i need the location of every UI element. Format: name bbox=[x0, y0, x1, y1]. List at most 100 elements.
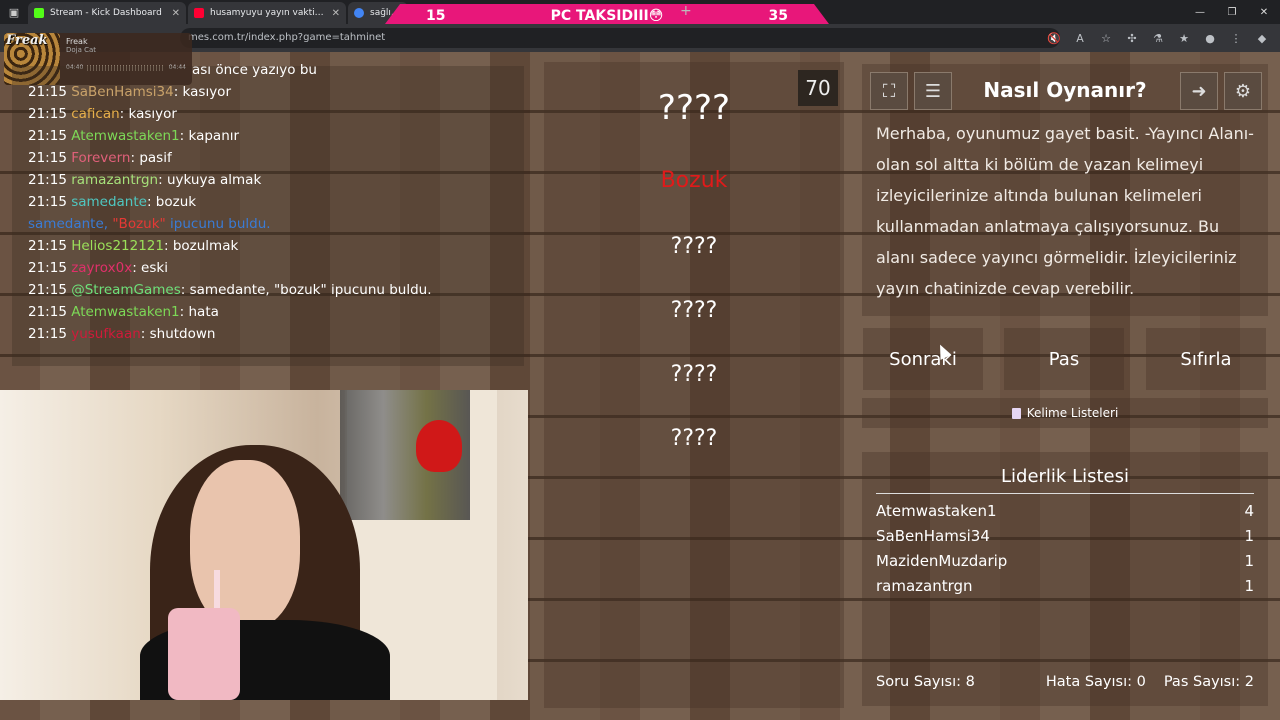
reset-button[interactable]: Sıfırla bbox=[1146, 328, 1266, 390]
player-name: Atemwastaken1 bbox=[876, 502, 997, 520]
close-window-icon[interactable]: ✕ bbox=[1248, 0, 1280, 24]
player-score: 1 bbox=[1244, 577, 1254, 595]
lab-icon[interactable]: ⚗ bbox=[1150, 28, 1166, 48]
chat-system-message: samedante, "Bozuk" ipucunu buldu. bbox=[28, 216, 271, 232]
chat-time: 21:15 bbox=[28, 106, 67, 122]
leaderboard-row: SaBenHamsi34 1 bbox=[876, 527, 1254, 545]
player-name: ramazantrgn bbox=[876, 577, 973, 595]
chat-message: 21:15 Helios212121: bozulmak bbox=[28, 238, 238, 254]
restore-icon[interactable]: ❐ bbox=[1216, 0, 1248, 24]
left-score: 15 bbox=[426, 8, 446, 24]
webcam-person-face bbox=[190, 460, 300, 630]
close-tab-icon[interactable]: ✕ bbox=[332, 8, 340, 19]
taboo-word-hidden: ???? bbox=[670, 234, 718, 259]
pass-button[interactable]: Pas bbox=[1004, 328, 1124, 390]
player-score: 1 bbox=[1244, 527, 1254, 545]
chat-message: 21:15 @StreamGames: samedante, "bozuk" i… bbox=[28, 282, 432, 298]
extensions-icon[interactable]: ✣ bbox=[1124, 28, 1140, 48]
chat-username[interactable]: Helios212121 bbox=[71, 238, 164, 254]
chat-message: 21:15 SaBenHamsi34: kasıyor bbox=[28, 84, 231, 100]
chat-username[interactable]: cafican bbox=[71, 106, 119, 122]
browser-tab[interactable]: Stream - Kick Dashboard ✕ bbox=[28, 2, 186, 24]
pass-count: Pas Sayısı: 2 bbox=[1163, 674, 1254, 690]
url-field[interactable]: mes.com.tr/index.php?game=tahminet bbox=[180, 28, 1060, 48]
chat-message: 21:15 Atemwastaken1: hata bbox=[28, 304, 219, 320]
chat-text: : kasıyor bbox=[173, 84, 231, 100]
chat-username[interactable]: Atemwastaken1 bbox=[71, 304, 179, 320]
bookmark-star-icon[interactable]: ☆ bbox=[1098, 28, 1114, 48]
chat-message: 21:15 cafican: kasıyor bbox=[28, 106, 177, 122]
translate-icon[interactable]: A bbox=[1072, 28, 1088, 48]
chat-text: ası önce yazıyo bu bbox=[192, 62, 317, 78]
chat-username[interactable]: @StreamGames bbox=[71, 282, 181, 298]
next-button[interactable]: Sonraki bbox=[863, 328, 983, 390]
taboo-word-hidden: ???? bbox=[670, 362, 718, 387]
exit-icon[interactable]: ➜ bbox=[1180, 72, 1218, 110]
chat-username[interactable]: SaBenHamsi34 bbox=[71, 84, 174, 100]
chat-message: 21:15 Forevern: pasif bbox=[28, 150, 172, 166]
youtube-icon bbox=[194, 8, 204, 18]
word-lists-label: Kelime Listeleri bbox=[1026, 406, 1119, 420]
new-tab-button[interactable]: + bbox=[680, 3, 692, 19]
chat-username[interactable]: Forevern bbox=[71, 150, 130, 166]
google-icon bbox=[354, 8, 364, 18]
fullscreen-icon[interactable]: ⛶ bbox=[870, 72, 908, 110]
tab-title: Stream - Kick Dashboard bbox=[50, 8, 162, 18]
game-stats: Soru Sayısı: 8 Hata Sayısı: 0 Pas Sayısı… bbox=[876, 674, 1254, 690]
chat-time: 21:15 bbox=[28, 84, 67, 100]
chat-text: : kasıyor bbox=[119, 106, 177, 122]
chat-text: : bozulmak bbox=[164, 238, 239, 254]
favorites-icon[interactable]: ★ bbox=[1176, 28, 1192, 48]
streamer-webcam bbox=[0, 390, 528, 700]
chat-time: 21:15 bbox=[28, 172, 67, 188]
chat-time: 21:15 bbox=[28, 260, 67, 276]
chat-time: 21:15 bbox=[28, 194, 67, 210]
chat-username[interactable]: ramazantrgn bbox=[71, 172, 158, 188]
chat-time: 21:15 bbox=[28, 282, 67, 298]
browser-tab[interactable]: husamyuyu yayın vakti 10 - YouTube ✕ bbox=[188, 2, 346, 24]
leaderboard-title: Liderlik Listesi bbox=[876, 466, 1254, 494]
address-bar-row: mes.com.tr/index.php?game=tahminet 🔇 A ☆… bbox=[0, 24, 1280, 52]
chat-message: 21:15 yusufkaan: shutdown bbox=[28, 326, 216, 342]
chat-time: 21:15 bbox=[28, 128, 67, 144]
settings-gear-icon[interactable]: ⚙ bbox=[1224, 72, 1262, 110]
song-artist: Doja Cat bbox=[66, 46, 97, 54]
chat-text: : samedante, "bozuk" ipucunu buldu. bbox=[180, 282, 432, 298]
taboo-word-hidden: ???? bbox=[670, 298, 718, 323]
webcam-red-bag bbox=[416, 420, 462, 472]
chat-time: 21:15 bbox=[28, 326, 67, 342]
chat-username[interactable]: yusufkaan bbox=[71, 326, 141, 342]
window-controls: — ❐ ✕ bbox=[1184, 0, 1280, 24]
overlay-title: PC TAKSIDIII😳 bbox=[550, 8, 664, 24]
system-prefix: samedante, bbox=[28, 216, 113, 232]
main-word: ???? bbox=[657, 88, 731, 128]
word-lists-button[interactable]: Kelime Listeleri bbox=[862, 398, 1268, 428]
tab-title: husamyuyu yayın vakti 10 - YouTube bbox=[210, 8, 326, 18]
player-name: MazidenMuzdarip bbox=[876, 552, 1008, 570]
copilot-icon[interactable]: ◆ bbox=[1254, 28, 1270, 48]
error-count: Hata Sayısı: 0 bbox=[1045, 674, 1146, 690]
chat-message: 21:15 ramazantrgn: uykuya almak bbox=[28, 172, 261, 188]
chat-time: 21:15 bbox=[28, 238, 67, 254]
chat-username[interactable]: Atemwastaken1 bbox=[71, 128, 179, 144]
chat-time: 21:15 bbox=[28, 304, 67, 320]
chat-log: ası önce yazıyo bu 21:15 SaBenHamsi34: ka… bbox=[12, 60, 524, 360]
taboo-word-hidden: ???? bbox=[670, 426, 718, 451]
mute-icon[interactable]: 🔇 bbox=[1046, 28, 1062, 48]
chat-message: 21:15 Atemwastaken1: kapanır bbox=[28, 128, 239, 144]
help-text: Merhaba, oyunumuz gayet basit. -Yayıncı … bbox=[876, 124, 1254, 298]
tab-search-icon[interactable]: ▣ bbox=[0, 0, 28, 24]
chat-username[interactable]: zayrox0x bbox=[71, 260, 132, 276]
chat-text: : uykuya almak bbox=[158, 172, 262, 188]
chat-text: : shutdown bbox=[140, 326, 216, 342]
menu-icon[interactable]: ⋮ bbox=[1228, 28, 1244, 48]
chat-text: : kapanır bbox=[179, 128, 240, 144]
leaderboard-row: MazidenMuzdarip 1 bbox=[876, 552, 1254, 570]
profile-avatar-icon[interactable]: ● bbox=[1202, 28, 1218, 48]
toolbar-icons: 🔇 A ☆ ✣ ⚗ ★ ● ⋮ ◆ bbox=[1046, 28, 1270, 48]
leaderboard-row: ramazantrgn 1 bbox=[876, 577, 1254, 595]
question-count: Soru Sayısı: 8 bbox=[876, 674, 975, 690]
close-tab-icon[interactable]: ✕ bbox=[172, 8, 180, 19]
minimize-icon[interactable]: — bbox=[1184, 0, 1216, 24]
chat-username[interactable]: samedante bbox=[71, 194, 147, 210]
